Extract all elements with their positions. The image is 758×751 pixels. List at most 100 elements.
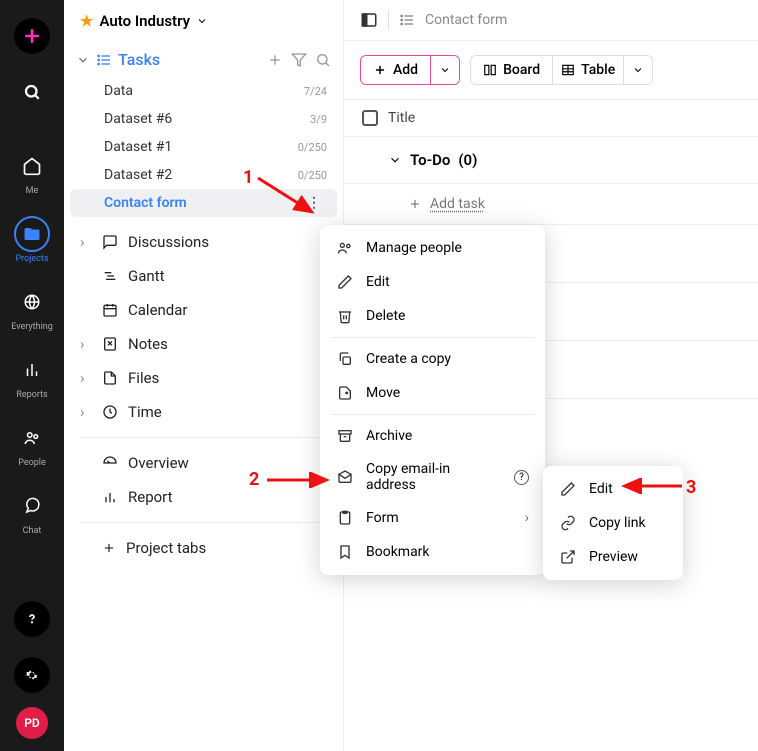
menu-bookmark[interactable]: Bookmark <box>320 535 545 569</box>
plus-icon[interactable] <box>267 52 283 68</box>
table-header: Title <box>344 99 758 137</box>
rail-add[interactable] <box>10 12 54 60</box>
table-view-button[interactable]: Table <box>552 56 623 84</box>
submenu-copy-link[interactable]: Copy link <box>543 506 683 540</box>
rail-reports[interactable]: Reports <box>10 346 54 406</box>
sidebar-item-gantt[interactable]: Gantt <box>64 259 343 293</box>
menu-manage-people[interactable]: Manage people <box>320 231 545 265</box>
sidebar-item-files[interactable]: ›Files <box>64 361 343 395</box>
task-list-item[interactable]: Dataset #63/9 <box>64 105 343 133</box>
external-link-icon <box>559 548 577 566</box>
search-icon[interactable] <box>315 52 331 68</box>
folder-icon <box>14 216 50 252</box>
add-task-row[interactable]: Add task <box>344 184 758 225</box>
rail-search[interactable] <box>10 68 54 116</box>
sidebar-item-notes[interactable]: ›Notes <box>64 327 343 361</box>
panel-icon[interactable] <box>360 11 378 29</box>
notes-icon <box>102 336 118 352</box>
board-icon <box>483 63 497 77</box>
plus-icon <box>408 197 422 211</box>
select-all-checkbox[interactable] <box>362 110 378 126</box>
home-icon <box>14 148 50 184</box>
gantt-icon <box>102 268 118 284</box>
tasks-section-header[interactable]: Tasks <box>64 42 343 77</box>
globe-icon <box>14 284 50 320</box>
section-title: Tasks <box>118 50 261 69</box>
rail-everything[interactable]: Everything <box>10 278 54 338</box>
group-row[interactable]: To-Do (0) <box>344 137 758 184</box>
rail-me[interactable]: Me <box>10 142 54 202</box>
pencil-icon <box>336 273 354 291</box>
project-selector[interactable]: ★ Auto Industry <box>64 0 343 42</box>
topbar: Contact form <box>344 0 758 41</box>
sidebar-item-report[interactable]: Report <box>64 480 343 514</box>
gauge-icon <box>102 455 118 471</box>
nav-rail: Me Projects Everything Reports People Ch… <box>0 0 64 751</box>
submenu-edit[interactable]: Edit <box>543 472 683 506</box>
move-icon <box>336 384 354 402</box>
rail-label: Everything <box>11 322 53 332</box>
rail-chat[interactable]: Chat <box>10 482 54 542</box>
people-icon <box>14 420 50 456</box>
sidebar-item-calendar[interactable]: Calendar <box>64 293 343 327</box>
chart-icon <box>14 352 50 388</box>
column-title: Title <box>388 110 415 126</box>
rail-label: Reports <box>16 390 47 400</box>
rail-label: Projects <box>16 254 49 264</box>
task-list-item-active[interactable]: Contact form⋮ <box>70 189 337 217</box>
toolbar: Add Board Table <box>344 41 758 99</box>
annotation-number-3: 3 <box>686 477 696 498</box>
rail-projects[interactable]: Projects <box>10 210 54 270</box>
group-count: (0) <box>458 151 477 169</box>
task-list-item[interactable]: Dataset #20/250 <box>64 161 343 189</box>
filter-icon[interactable] <box>291 52 307 68</box>
view-switcher: Board Table <box>470 55 653 85</box>
rail-label: Chat <box>23 526 42 536</box>
add-dropdown[interactable] <box>430 56 459 84</box>
chevron-right-icon: › <box>525 510 529 526</box>
menu-delete[interactable]: Delete <box>320 299 545 333</box>
annotation-number-2: 2 <box>249 469 259 490</box>
form-submenu: Edit Copy link Preview <box>543 466 683 580</box>
table-icon <box>561 63 575 77</box>
chevron-down-icon <box>439 64 451 76</box>
context-menu: Manage people Edit Delete Create a copy … <box>320 225 545 575</box>
rail-help[interactable] <box>10 595 54 643</box>
rail-settings[interactable] <box>10 651 54 699</box>
view-dropdown[interactable] <box>623 56 652 84</box>
rail-people[interactable]: People <box>10 414 54 474</box>
group-name: To-Do <box>410 151 450 169</box>
sidebar-item-time[interactable]: ›Time <box>64 395 343 429</box>
menu-archive[interactable]: Archive <box>320 419 545 453</box>
sidebar-item-project-tabs[interactable]: Project tabs <box>64 531 343 565</box>
menu-edit[interactable]: Edit <box>320 265 545 299</box>
menu-create-copy[interactable]: Create a copy <box>320 342 545 376</box>
more-icon[interactable]: ⋮ <box>307 195 321 211</box>
task-list-item[interactable]: Data7/24 <box>64 77 343 105</box>
menu-copy-email[interactable]: Copy email-in address ? <box>320 453 545 501</box>
board-view-button[interactable]: Board <box>471 56 552 84</box>
chevron-down-icon <box>196 15 208 27</box>
submenu-preview[interactable]: Preview <box>543 540 683 574</box>
chevron-down-icon <box>388 153 402 167</box>
avatar[interactable]: PD <box>16 707 48 739</box>
task-list-item[interactable]: Dataset #10/250 <box>64 133 343 161</box>
clock-icon <box>102 404 118 420</box>
sidebar-item-discussions[interactable]: ›Discussions <box>64 225 343 259</box>
help-icon <box>14 601 50 637</box>
star-icon: ★ <box>80 12 93 30</box>
chevron-down-icon <box>632 64 644 76</box>
sidebar-item-overview[interactable]: Overview <box>64 446 343 480</box>
menu-move[interactable]: Move <box>320 376 545 410</box>
list-icon <box>96 52 112 68</box>
link-icon <box>559 514 577 532</box>
menu-form[interactable]: Form › <box>320 501 545 535</box>
annotation-number-1: 1 <box>243 167 253 188</box>
add-button[interactable]: Add <box>361 56 430 84</box>
report-icon <box>102 489 118 505</box>
chat-icon <box>14 488 50 524</box>
plus-icon <box>14 18 50 54</box>
mail-icon <box>336 468 354 486</box>
people-icon <box>336 239 354 257</box>
help-icon: ? <box>514 470 529 485</box>
